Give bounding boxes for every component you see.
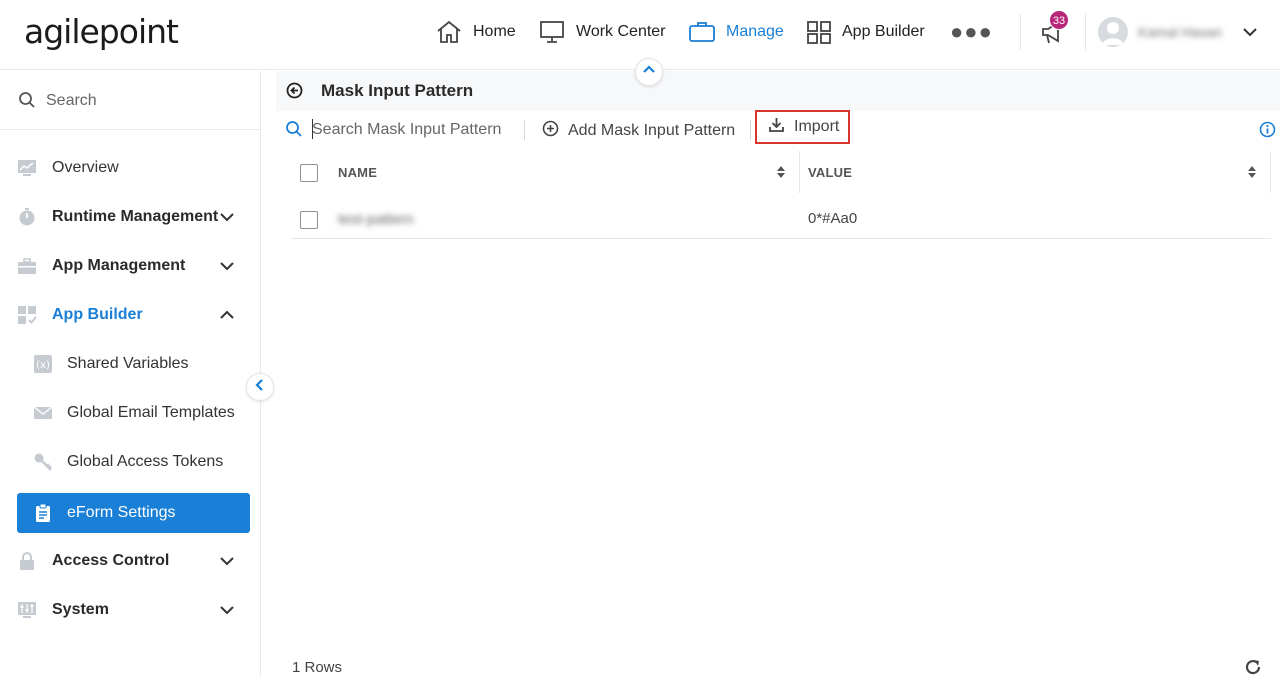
avatar[interactable] [1098, 17, 1128, 47]
stopwatch-icon [17, 207, 37, 227]
cell-name: test-pattern [338, 211, 414, 228]
home-icon [435, 19, 463, 45]
nav-home-label: Home [473, 23, 516, 40]
select-all-checkbox[interactable] [300, 164, 318, 182]
sidebar-item-label: Runtime Management [52, 208, 219, 225]
refresh-icon[interactable] [1244, 658, 1262, 677]
sidebar-item-label: Global Access Tokens [67, 453, 224, 470]
page-header: Mask Input Pattern [276, 71, 1280, 111]
text-cursor [312, 119, 313, 139]
sidebar-item-access-control[interactable]: Access Control [0, 541, 260, 581]
sidebar-item-label: System [52, 601, 109, 618]
add-label: Add Mask Input Pattern [568, 122, 736, 139]
row-checkbox[interactable] [300, 211, 318, 229]
sidebar-item-shared-variables[interactable]: (x) Shared Variables [0, 344, 260, 384]
sort-icon[interactable] [1247, 165, 1257, 184]
sidebar-search[interactable]: Search [0, 71, 260, 130]
divider [1020, 14, 1021, 50]
divider [524, 120, 525, 140]
back-arrow-icon[interactable] [286, 82, 303, 104]
chevron-up-icon [219, 307, 235, 328]
monitor-icon [538, 19, 566, 45]
notification-badge: 33 [1049, 10, 1069, 30]
page-title: Mask Input Pattern [321, 81, 474, 100]
agilepoint-logo[interactable]: agilepoint [24, 12, 179, 51]
variable-icon: (x) [33, 354, 53, 374]
search-icon [18, 91, 36, 114]
chevron-up-icon [642, 63, 656, 82]
add-mask-input-pattern-button[interactable]: Add Mask Input Pattern [542, 120, 735, 142]
nav-work-center-label: Work Center [576, 23, 666, 40]
sidebar-item-eform-settings[interactable]: eForm Settings [17, 493, 250, 533]
top-bar: agilepoint Home Work Center Manage App B… [0, 0, 1280, 70]
sidebar-item-label: Global Email Templates [67, 404, 235, 421]
table-row[interactable]: test-pattern 0*#Aa0 [291, 199, 1271, 239]
sidebar-item-label: Overview [52, 159, 119, 176]
lock-icon [17, 551, 37, 571]
search-input[interactable] [312, 119, 512, 141]
collapse-header-button[interactable] [635, 58, 663, 86]
grid-icon [806, 19, 832, 45]
chevron-down-icon [219, 602, 235, 623]
svg-text:(x): (x) [36, 360, 50, 371]
import-label: Import [794, 118, 840, 135]
chevron-down-icon [219, 553, 235, 574]
collapse-sidebar-button[interactable] [246, 373, 274, 401]
nav-manage-label: Manage [726, 23, 784, 40]
toolbox-icon [17, 256, 37, 276]
import-button[interactable]: Import [755, 110, 850, 144]
key-icon [33, 452, 53, 472]
sidebar-item-label: Access Control [52, 552, 170, 569]
add-circle-icon [542, 120, 559, 142]
nav-app-builder-label: App Builder [842, 23, 925, 40]
more-dots-icon[interactable]: ●●● [950, 21, 993, 43]
cell-value: 0*#Aa0 [808, 210, 858, 227]
divider [1085, 14, 1086, 50]
column-header-name[interactable]: NAME [338, 165, 377, 180]
sidebar-item-label: App Management [52, 257, 186, 274]
clipboard-icon [33, 503, 53, 523]
nav-home[interactable]: Home [435, 18, 516, 46]
column-divider [799, 151, 800, 193]
sidebar-item-label: App Builder [52, 306, 143, 323]
table-header: NAME VALUE [291, 151, 1271, 193]
column-divider [1270, 151, 1271, 193]
sidebar-item-app-management[interactable]: App Management [0, 246, 260, 286]
nav-manage[interactable]: Manage [688, 18, 784, 46]
sidebar: Search Overview Runtime Management App M… [0, 71, 261, 677]
sidebar-item-global-access-tokens[interactable]: Global Access Tokens [0, 442, 260, 482]
chart-icon [17, 158, 37, 178]
sidebar-item-overview[interactable]: Overview [0, 148, 260, 188]
chevron-down-icon [219, 209, 235, 230]
nav-work-center[interactable]: Work Center [538, 18, 666, 46]
nav-app-builder[interactable]: App Builder [806, 18, 925, 46]
chevron-down-icon [219, 258, 235, 279]
sliders-icon [17, 600, 37, 620]
search-icon [285, 120, 303, 143]
sidebar-item-system[interactable]: System [0, 590, 260, 630]
envelope-icon [33, 403, 53, 423]
sidebar-item-global-email-templates[interactable]: Global Email Templates [0, 393, 260, 433]
main-content: Mask Input Pattern Add Mask Input Patter… [276, 71, 1280, 677]
sidebar-item-label: eForm Settings [67, 504, 176, 521]
divider [750, 120, 751, 140]
briefcase-icon [688, 19, 716, 45]
chevron-left-icon [253, 378, 267, 397]
download-icon [768, 116, 785, 138]
column-header-value[interactable]: VALUE [808, 165, 852, 180]
sidebar-item-label: Shared Variables [67, 355, 189, 372]
sidebar-item-runtime-management[interactable]: Runtime Management [0, 197, 260, 237]
sidebar-search-placeholder: Search [46, 92, 97, 109]
info-icon[interactable] [1259, 121, 1276, 143]
chevron-down-icon[interactable] [1242, 24, 1258, 45]
sort-icon[interactable] [776, 165, 786, 184]
app-builder-icon [17, 305, 37, 325]
rows-count: 1 Rows [292, 659, 343, 676]
sidebar-item-app-builder[interactable]: App Builder [0, 295, 260, 335]
user-name[interactable]: Kamal Hasan [1138, 24, 1222, 40]
